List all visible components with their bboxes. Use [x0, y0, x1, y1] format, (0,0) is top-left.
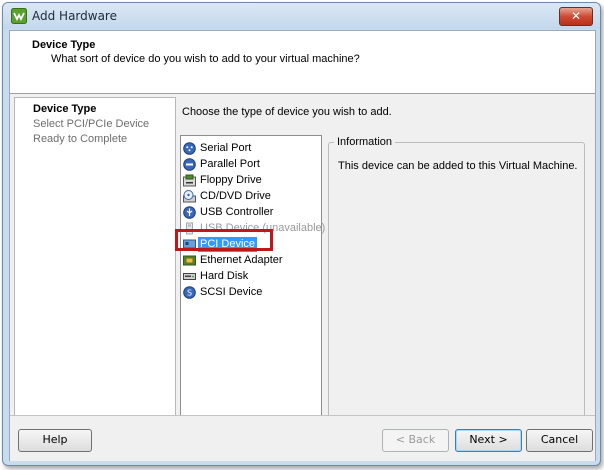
page-subtitle: What sort of device do you wish to add t… — [51, 53, 360, 65]
wizard-step-select-pci[interactable]: Select PCI/PCIe Device — [33, 118, 149, 130]
dialog-client-area: Device Type What sort of device do you w… — [9, 30, 596, 461]
list-item-label: Floppy Drive — [200, 174, 262, 186]
page-title: Device Type — [32, 39, 96, 51]
list-item-ethernet-adapter[interactable]: Ethernet Adapter — [183, 253, 285, 268]
information-text: This device can be added to this Virtual… — [338, 160, 578, 172]
next-button[interactable]: Next > — [455, 429, 522, 452]
device-type-list[interactable]: Serial Port Parallel Port Floppy Drive C… — [180, 135, 325, 439]
cancel-button[interactable]: Cancel — [526, 429, 593, 452]
floppy-drive-icon — [183, 174, 196, 187]
list-item-scsi-device[interactable]: S SCSI Device — [183, 285, 264, 300]
hard-disk-icon — [183, 273, 196, 280]
parallel-port-icon — [183, 158, 196, 171]
close-button[interactable]: ✕ — [559, 7, 593, 26]
help-button[interactable]: Help — [18, 429, 92, 452]
wizard-step-ready[interactable]: Ready to Complete — [33, 133, 127, 145]
list-item-parallel-port[interactable]: Parallel Port — [183, 157, 262, 172]
usb-controller-icon — [183, 206, 196, 219]
scsi-device-icon: S — [183, 286, 196, 299]
list-item-label: SCSI Device — [200, 286, 263, 298]
information-group: Information This device can be added to … — [328, 136, 585, 438]
list-item-serial-port[interactable]: Serial Port — [183, 141, 253, 156]
vsphere-logo-icon — [11, 8, 27, 24]
wizard-header: Device Type What sort of device do you w… — [10, 31, 595, 94]
list-item-label: CD/DVD Drive — [200, 190, 271, 202]
title-bar[interactable]: Add Hardware ✕ — [3, 3, 600, 29]
wizard-step-device-type[interactable]: Device Type — [33, 103, 96, 115]
list-item-label: Serial Port — [200, 142, 252, 154]
list-item-floppy-drive[interactable]: Floppy Drive — [183, 173, 264, 188]
list-item-label: Hard Disk — [200, 270, 249, 282]
wizard-steps-panel: Device Type Select PCI/PCIe Device Ready… — [14, 97, 176, 439]
list-item-label: Ethernet Adapter — [200, 254, 283, 266]
wizard-footer: Help < Back Next > Cancel — [10, 415, 595, 461]
serial-port-icon — [183, 142, 196, 155]
back-button[interactable]: < Back — [382, 429, 449, 452]
cd-dvd-drive-icon — [183, 190, 196, 203]
close-icon: ✕ — [570, 9, 582, 23]
window-title: Add Hardware — [32, 9, 117, 23]
add-hardware-dialog: Add Hardware ✕ Device Type What sort of … — [2, 2, 601, 466]
information-legend: Information — [334, 136, 396, 148]
selection-highlight-annotation — [175, 229, 273, 251]
ethernet-adapter-icon — [183, 255, 196, 266]
device-type-prompt: Choose the type of device you wish to ad… — [182, 106, 392, 118]
list-item-cd-dvd-drive[interactable]: CD/DVD Drive — [183, 189, 273, 204]
list-item-usb-controller[interactable]: USB Controller — [183, 205, 275, 220]
list-item-hard-disk[interactable]: Hard Disk — [183, 269, 250, 284]
list-item-label: Parallel Port — [200, 158, 260, 170]
list-item-label: USB Controller — [200, 206, 274, 218]
svg-text:S: S — [187, 289, 192, 298]
